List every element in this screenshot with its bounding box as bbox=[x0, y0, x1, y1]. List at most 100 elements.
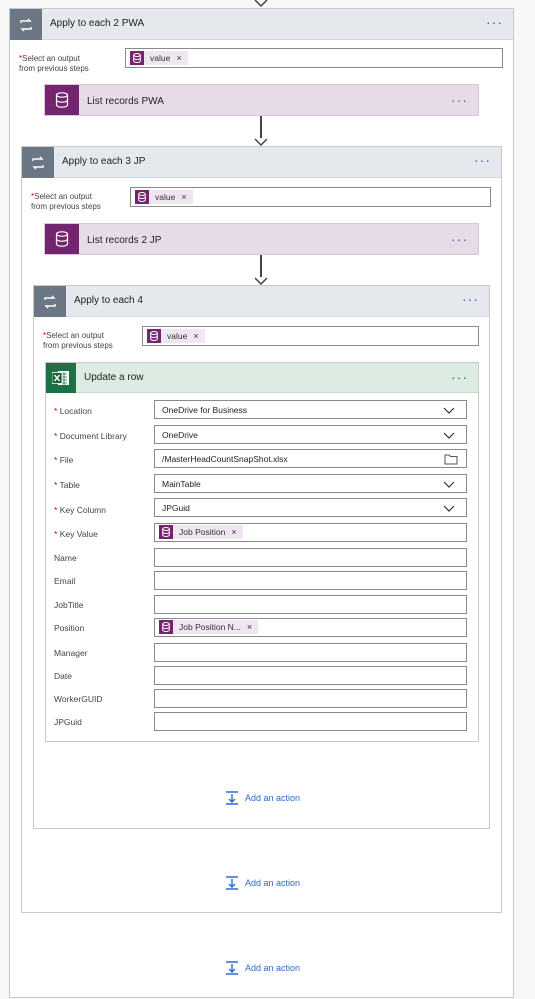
position-label: Position bbox=[54, 623, 85, 633]
action-header[interactable]: Update a row ··· bbox=[46, 363, 478, 393]
close-icon[interactable]: × bbox=[176, 53, 181, 63]
connector-arrow bbox=[251, 0, 271, 8]
file-picker[interactable]: /MasterHeadCountSnapShot.xlsx bbox=[154, 449, 467, 468]
loop-header[interactable]: Apply to each 4 ··· bbox=[34, 286, 489, 317]
close-icon[interactable]: × bbox=[231, 527, 236, 537]
table-value: MainTable bbox=[162, 479, 201, 489]
name-label: Name bbox=[54, 553, 77, 563]
position-field[interactable]: Job Position N... × bbox=[154, 618, 467, 637]
loop-title: Apply to each 3 JP bbox=[62, 156, 146, 167]
jobtitle-label: JobTitle bbox=[54, 600, 84, 610]
loop-title: Apply to each 2 PWA bbox=[50, 18, 145, 29]
dynamic-token[interactable]: Job Position N... × bbox=[159, 620, 259, 634]
dynamic-token[interactable]: Job Position × bbox=[159, 525, 243, 539]
select-output-field[interactable]: value × bbox=[130, 187, 491, 207]
database-icon bbox=[159, 620, 173, 634]
key-column-dropdown[interactable]: JPGuid bbox=[154, 498, 467, 517]
loop-header[interactable]: Apply to each 2 PWA ··· bbox=[10, 9, 513, 40]
action-title: List records 2 JP bbox=[87, 235, 162, 246]
loop-header[interactable]: Apply to each 3 JP ··· bbox=[22, 147, 501, 178]
key-column-value: JPGuid bbox=[162, 503, 190, 513]
token-label: value bbox=[155, 192, 176, 202]
document-library-dropdown[interactable]: OneDrive bbox=[154, 425, 467, 444]
more-menu-icon[interactable]: ··· bbox=[451, 93, 468, 107]
add-action-button[interactable]: Add an action bbox=[224, 960, 300, 976]
select-output-label: *Select an output from previous steps bbox=[43, 331, 113, 350]
name-field[interactable] bbox=[154, 548, 467, 567]
date-label: Date bbox=[54, 671, 72, 681]
loop-icon bbox=[34, 286, 66, 317]
connector-arrow bbox=[251, 255, 271, 285]
select-output-label: *Select an output from previous steps bbox=[19, 54, 89, 73]
location-value: OneDrive for Business bbox=[162, 405, 248, 415]
action-title: Update a row bbox=[84, 372, 144, 383]
database-icon bbox=[159, 525, 173, 539]
loop-title: Apply to each 4 bbox=[74, 295, 143, 306]
add-action-button[interactable]: Add an action bbox=[224, 875, 300, 891]
manager-field[interactable] bbox=[154, 643, 467, 662]
close-icon[interactable]: × bbox=[181, 192, 186, 202]
workerguid-field[interactable] bbox=[154, 689, 467, 708]
jpguid-label: JPGuid bbox=[54, 717, 82, 727]
document-library-label: * Document Library bbox=[54, 431, 127, 441]
key-value-label: * Key Value bbox=[54, 529, 98, 539]
action-title: List records PWA bbox=[87, 96, 164, 107]
close-icon[interactable]: × bbox=[247, 622, 252, 632]
dynamic-token[interactable]: value × bbox=[147, 329, 205, 343]
chevron-down-icon bbox=[443, 432, 455, 439]
chevron-down-icon bbox=[443, 505, 455, 512]
token-label: Job Position bbox=[179, 527, 226, 537]
folder-icon[interactable] bbox=[444, 453, 458, 465]
token-label: value bbox=[150, 53, 171, 63]
list-records-2-jp-action[interactable]: List records 2 JP ··· bbox=[44, 223, 479, 255]
table-dropdown[interactable]: MainTable bbox=[154, 474, 467, 493]
table-label: * Table bbox=[54, 480, 80, 490]
dynamic-token[interactable]: value × bbox=[135, 190, 193, 204]
chevron-down-icon bbox=[443, 481, 455, 488]
more-menu-icon[interactable]: ··· bbox=[451, 370, 468, 384]
database-icon bbox=[45, 224, 79, 254]
loop-icon bbox=[10, 9, 42, 40]
connector-arrow bbox=[251, 116, 271, 146]
location-dropdown[interactable]: OneDrive for Business bbox=[154, 400, 467, 419]
key-column-label: * Key Column bbox=[54, 505, 106, 515]
more-menu-icon[interactable]: ··· bbox=[474, 153, 491, 167]
database-icon bbox=[45, 85, 79, 115]
key-value-field[interactable]: Job Position × bbox=[154, 523, 467, 542]
chevron-down-icon bbox=[443, 407, 455, 414]
loop-icon bbox=[22, 147, 54, 178]
file-value: /MasterHeadCountSnapShot.xlsx bbox=[162, 454, 288, 464]
token-label: value bbox=[167, 331, 188, 341]
update-a-row-action: Update a row ··· * Location OneDrive for… bbox=[45, 362, 479, 742]
excel-icon bbox=[46, 363, 76, 393]
close-icon[interactable]: × bbox=[193, 331, 198, 341]
select-output-field[interactable]: value × bbox=[125, 48, 503, 68]
database-icon bbox=[135, 190, 149, 204]
dynamic-token[interactable]: value × bbox=[130, 51, 188, 65]
date-field[interactable] bbox=[154, 666, 467, 685]
select-output-field[interactable]: value × bbox=[142, 326, 479, 346]
add-action-label: Add an action bbox=[245, 878, 301, 888]
database-icon bbox=[130, 51, 144, 65]
manager-label: Manager bbox=[54, 648, 88, 658]
more-menu-icon[interactable]: ··· bbox=[451, 232, 468, 246]
add-action-icon bbox=[226, 876, 238, 890]
list-records-pwa-action[interactable]: List records PWA ··· bbox=[44, 84, 479, 116]
add-action-label: Add an action bbox=[245, 793, 301, 803]
add-action-button[interactable]: Add an action bbox=[224, 790, 300, 806]
database-icon bbox=[147, 329, 161, 343]
document-library-value: OneDrive bbox=[162, 430, 198, 440]
more-menu-icon[interactable]: ··· bbox=[486, 15, 503, 29]
select-output-label: *Select an output from previous steps bbox=[31, 192, 101, 211]
add-action-label: Add an action bbox=[245, 963, 301, 973]
more-menu-icon[interactable]: ··· bbox=[462, 292, 479, 306]
token-label: Job Position N... bbox=[179, 622, 241, 632]
jobtitle-field[interactable] bbox=[154, 595, 467, 614]
location-label: * Location bbox=[54, 406, 92, 416]
email-field[interactable] bbox=[154, 571, 467, 590]
email-label: Email bbox=[54, 576, 76, 586]
add-action-icon bbox=[226, 791, 238, 805]
workerguid-label: WorkerGUID bbox=[54, 694, 103, 704]
jpguid-field[interactable] bbox=[154, 712, 467, 731]
file-label: * File bbox=[54, 455, 74, 465]
